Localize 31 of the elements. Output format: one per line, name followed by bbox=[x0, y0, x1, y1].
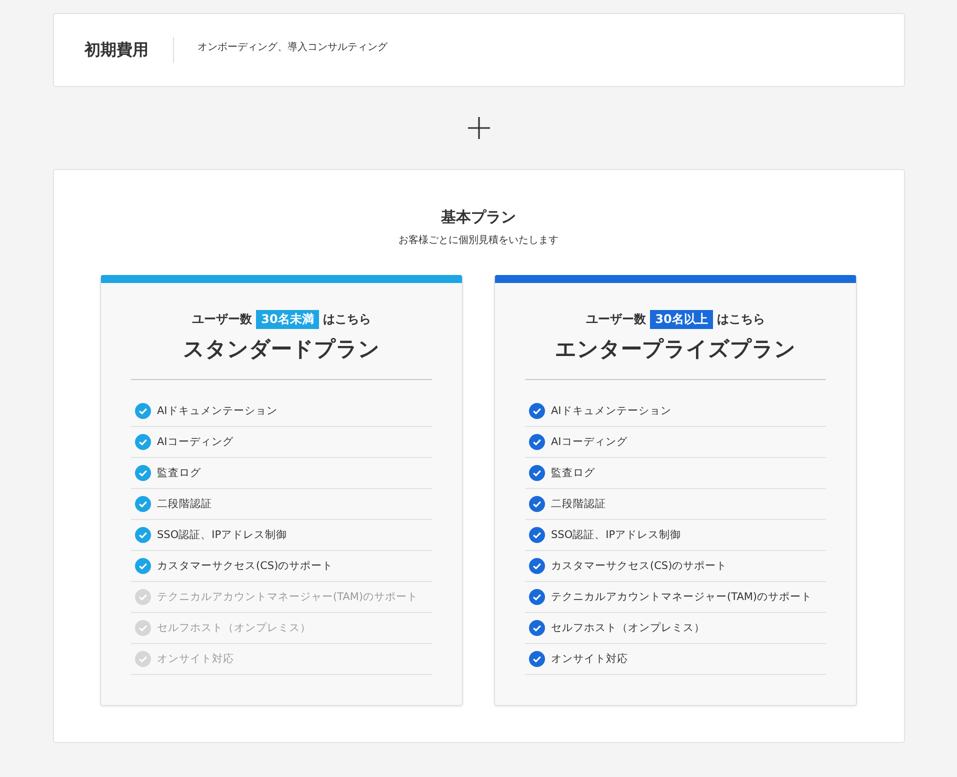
feature-label: オンサイト対応 bbox=[551, 652, 628, 666]
feature-label: オンサイト対応 bbox=[157, 652, 234, 666]
feature-label: SSO認証、IPアドレス制御 bbox=[551, 528, 682, 542]
feature-label: カスタマーサクセス(CS)のサポート bbox=[157, 559, 334, 573]
subtitle: お客様ごとに個別見積をいたします bbox=[398, 234, 560, 247]
feature-label: AIドキュメンテーション bbox=[551, 404, 672, 418]
feature-label: セルフホスト（オンプレミス） bbox=[551, 621, 705, 635]
user-count-label: はこちら bbox=[322, 311, 371, 328]
feature-label: AIコーディング bbox=[551, 435, 628, 449]
section-title: 初期費用 bbox=[84, 37, 174, 63]
feature-label: 監査ログ bbox=[551, 466, 595, 480]
feature-label: セルフホスト（オンプレミス） bbox=[157, 621, 311, 635]
feature-label: テクニカルアカウントマネージャー(TAM)のサポート bbox=[157, 590, 418, 604]
user-count-label: はこちら bbox=[716, 311, 765, 328]
user-count-label: ユーザー数 bbox=[586, 311, 646, 328]
feature-label: SSO認証、IPアドレス制御 bbox=[157, 528, 288, 542]
feature-label: AIドキュメンテーション bbox=[157, 404, 278, 418]
feature-label: テクニカルアカウントマネージャー(TAM)のサポート bbox=[551, 590, 812, 604]
feature-label: カスタマーサクセス(CS)のサポート bbox=[551, 559, 728, 573]
feature-label: AIコーディング bbox=[157, 435, 234, 449]
user-count-badge: 30名未満 bbox=[256, 310, 319, 329]
plan-name: エンタープライズプラン bbox=[554, 336, 797, 363]
section-title: 基本プラン bbox=[440, 208, 517, 227]
feature-label: 二段階認証 bbox=[157, 497, 212, 511]
feature-label: 二段階認証 bbox=[551, 497, 606, 511]
user-count-label: ユーザー数 bbox=[192, 311, 252, 328]
description: オンボーディング、導入コンサルティング bbox=[196, 40, 388, 54]
plan-name: スタンダードプラン bbox=[182, 336, 381, 363]
plus-icon bbox=[468, 117, 490, 139]
feature-label: 監査ログ bbox=[157, 466, 201, 480]
user-count-badge: 30名以上 bbox=[650, 310, 713, 329]
